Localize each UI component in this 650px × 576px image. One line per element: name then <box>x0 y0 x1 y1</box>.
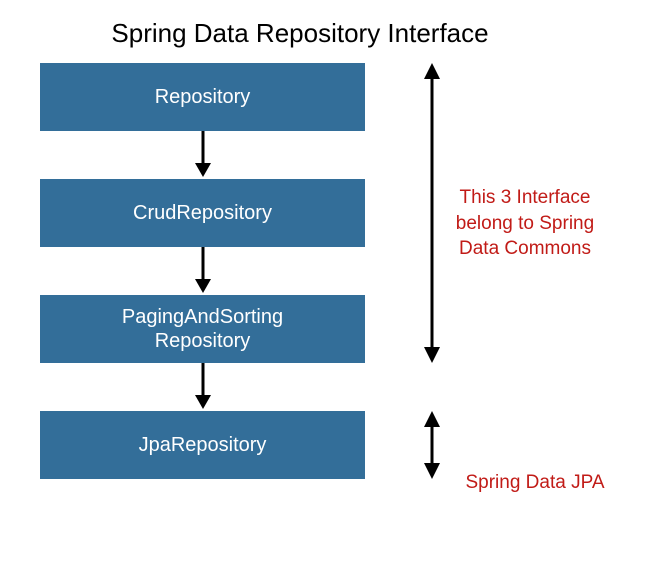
annotation-commons-line2: belong to Spring <box>440 211 610 237</box>
box-crud-repository-label: CrudRepository <box>133 201 272 225</box>
arrow-down-icon <box>40 363 365 411</box>
hierarchy-diagram: Repository CrudRepository PagingAndSorti… <box>40 63 600 479</box>
annotation-commons-line1: This 3 Interface <box>440 185 610 211</box>
annotation-jpa-label: Spring Data JPA <box>465 472 604 493</box>
box-jpa-repository-label: JpaRepository <box>139 433 267 457</box>
double-arrow-jpa-icon <box>420 411 444 479</box>
arrow-down-icon <box>40 247 365 295</box>
box-crud-repository: CrudRepository <box>40 179 365 247</box>
arrow-down-icon <box>40 131 365 179</box>
annotation-jpa: Spring Data JPA <box>455 470 615 496</box>
box-paging-sorting-label-line1: PagingAndSorting <box>122 305 283 329</box>
box-jpa-repository: JpaRepository <box>40 411 365 479</box>
diagram-title: Spring Data Repository Interface <box>40 0 560 63</box>
box-repository-label: Repository <box>155 85 251 109</box>
box-paging-sorting-repository: PagingAndSortingRepository <box>40 295 365 363</box>
box-repository: Repository <box>40 63 365 131</box>
box-paging-sorting-label-line2: Repository <box>122 329 283 353</box>
annotation-commons-line3: Data Commons <box>440 236 610 262</box>
annotation-commons: This 3 Interface belong to Spring Data C… <box>440 185 610 262</box>
